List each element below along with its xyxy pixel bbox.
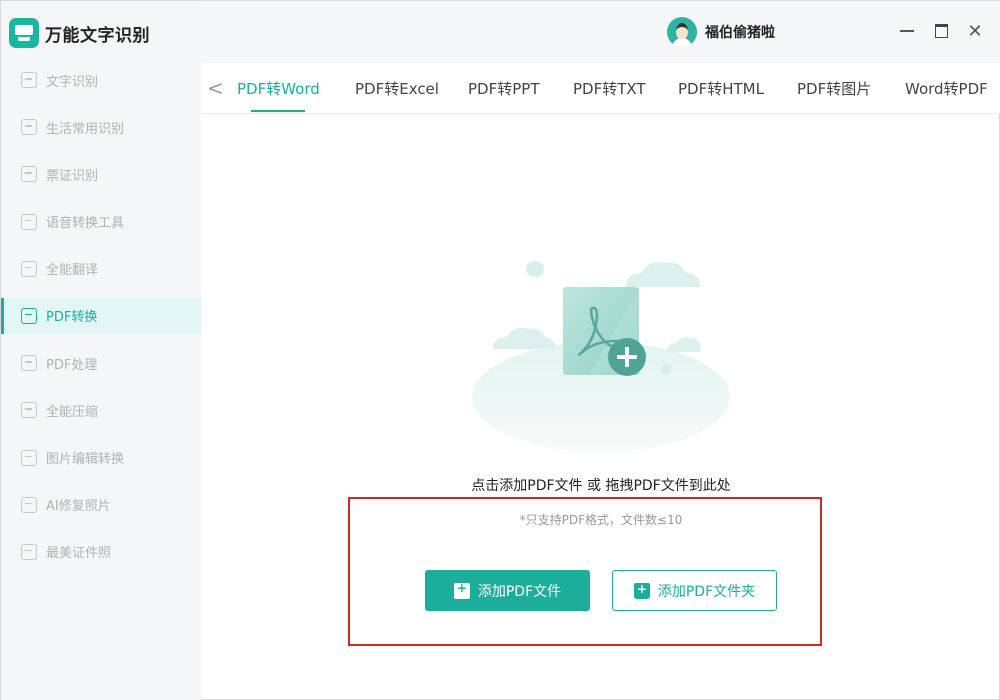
sidebar-item-compress[interactable]: 全能压缩 bbox=[1, 392, 201, 428]
ai-repair-icon bbox=[21, 496, 37, 513]
scan-life-icon bbox=[21, 119, 37, 136]
sidebar-item-life-recognition[interactable]: 生活常用识别 bbox=[1, 109, 201, 145]
maximize-button[interactable] bbox=[931, 21, 951, 41]
add-folder-icon bbox=[633, 582, 650, 599]
sidebar-item-translate[interactable]: 全能翻译 bbox=[1, 251, 201, 287]
close-button[interactable]: ✕ bbox=[965, 21, 985, 42]
pdf-process-icon bbox=[21, 355, 37, 372]
translate-icon bbox=[21, 260, 37, 277]
tab-word-to-pdf[interactable]: Word转PDF bbox=[905, 78, 988, 99]
sidebar-item-label: 全能压缩 bbox=[46, 404, 99, 420]
tab-pdf-to-html[interactable]: PDF转HTML bbox=[678, 78, 764, 99]
add-pdf-file-label: 添加PDF文件 bbox=[477, 583, 562, 600]
sidebar-item-label: AI修复照片 bbox=[46, 499, 111, 515]
image-edit-icon bbox=[21, 449, 37, 466]
sidebar-item-label: 最美证件照 bbox=[46, 546, 112, 562]
sidebar-item-label: 票证识别 bbox=[46, 168, 99, 184]
audio-convert-icon bbox=[21, 213, 37, 230]
user-profile[interactable]: 福伯偷猪啦 bbox=[667, 17, 775, 47]
sidebar: 万能文字识别 文字识别 生活常用识别 票证识别 语音转换工具 全能翻译 PDF转… bbox=[1, 1, 201, 700]
sidebar-item-label: 文字识别 bbox=[46, 74, 99, 90]
add-pdf-folder-button[interactable]: 添加PDF文件夹 bbox=[612, 570, 777, 611]
add-file-icon bbox=[453, 581, 470, 599]
tab-pdf-to-excel[interactable]: PDF转Excel bbox=[355, 78, 439, 99]
add-pdf-file-button[interactable]: 添加PDF文件 bbox=[425, 570, 590, 611]
pdf-upload-illustration[interactable] bbox=[471, 247, 733, 457]
id-photo-icon bbox=[21, 543, 37, 560]
sidebar-item-id-photo[interactable]: 最美证件照 bbox=[1, 534, 201, 570]
app-window: 万能文字识别 文字识别 生活常用识别 票证识别 语音转换工具 全能翻译 PDF转… bbox=[0, 0, 1000, 700]
brand: 万能文字识别 bbox=[9, 17, 150, 49]
sidebar-item-label: 图片编辑转换 bbox=[46, 452, 125, 467]
sidebar-item-image-edit[interactable]: 图片编辑转换 bbox=[1, 440, 201, 476]
add-pdf-folder-label: 添加PDF文件夹 bbox=[657, 583, 756, 600]
title-bar: 福伯偷猪啦 ✕ bbox=[201, 1, 1000, 63]
scan-text-icon bbox=[21, 72, 37, 88]
sidebar-item-text-recognition[interactable]: 文字识别 bbox=[1, 62, 201, 98]
tab-pdf-to-txt[interactable]: PDF转TXT bbox=[573, 78, 646, 99]
tab-pdf-to-word[interactable]: PDF转Word bbox=[237, 78, 320, 99]
sidebar-item-label: 生活常用识别 bbox=[46, 121, 125, 137]
sidebar-item-label: PDF转换 bbox=[46, 310, 98, 326]
format-hint: *只支持PDF格式，文件数≤10 bbox=[519, 513, 683, 527]
drop-area-text[interactable]: 点击添加PDF文件 或 拖拽PDF文件到此处 bbox=[401, 475, 801, 495]
sidebar-item-ai-repair[interactable]: AI修复照片 bbox=[1, 487, 201, 523]
sidebar-item-pdf-process[interactable]: PDF处理 bbox=[1, 345, 201, 381]
pdf-convert-icon bbox=[21, 307, 37, 324]
app-title: 万能文字识别 bbox=[45, 25, 150, 46]
sidebar-item-pdf-convert[interactable]: PDF转换 bbox=[1, 297, 201, 334]
sidebar-item-label: 语音转换工具 bbox=[46, 216, 125, 232]
sidebar-item-label: 全能翻译 bbox=[46, 263, 99, 279]
sidebar-item-ticket-recognition[interactable]: 票证识别 bbox=[1, 156, 201, 192]
username: 福伯偷猪啦 bbox=[705, 25, 775, 41]
app-logo-icon bbox=[9, 18, 39, 48]
avatar bbox=[667, 17, 697, 47]
active-tab-indicator bbox=[251, 110, 305, 112]
sidebar-nav: 文字识别 生活常用识别 票证识别 语音转换工具 全能翻译 PDF转换 PDF处理… bbox=[1, 62, 201, 581]
chevron-left-icon[interactable]: < bbox=[207, 78, 225, 98]
tab-bar: < PDF转Word PDF转Excel PDF转PPT PDF转TXT PDF… bbox=[201, 63, 1000, 114]
tab-pdf-to-ppt[interactable]: PDF转PPT bbox=[468, 78, 539, 99]
sidebar-item-audio-tools[interactable]: 语音转换工具 bbox=[1, 204, 201, 240]
tab-pdf-to-image[interactable]: PDF转图片 bbox=[797, 78, 871, 99]
sidebar-item-label: PDF处理 bbox=[46, 357, 98, 373]
minimize-button[interactable] bbox=[897, 21, 917, 41]
compress-icon bbox=[21, 402, 37, 419]
scan-ticket-icon bbox=[21, 166, 37, 183]
